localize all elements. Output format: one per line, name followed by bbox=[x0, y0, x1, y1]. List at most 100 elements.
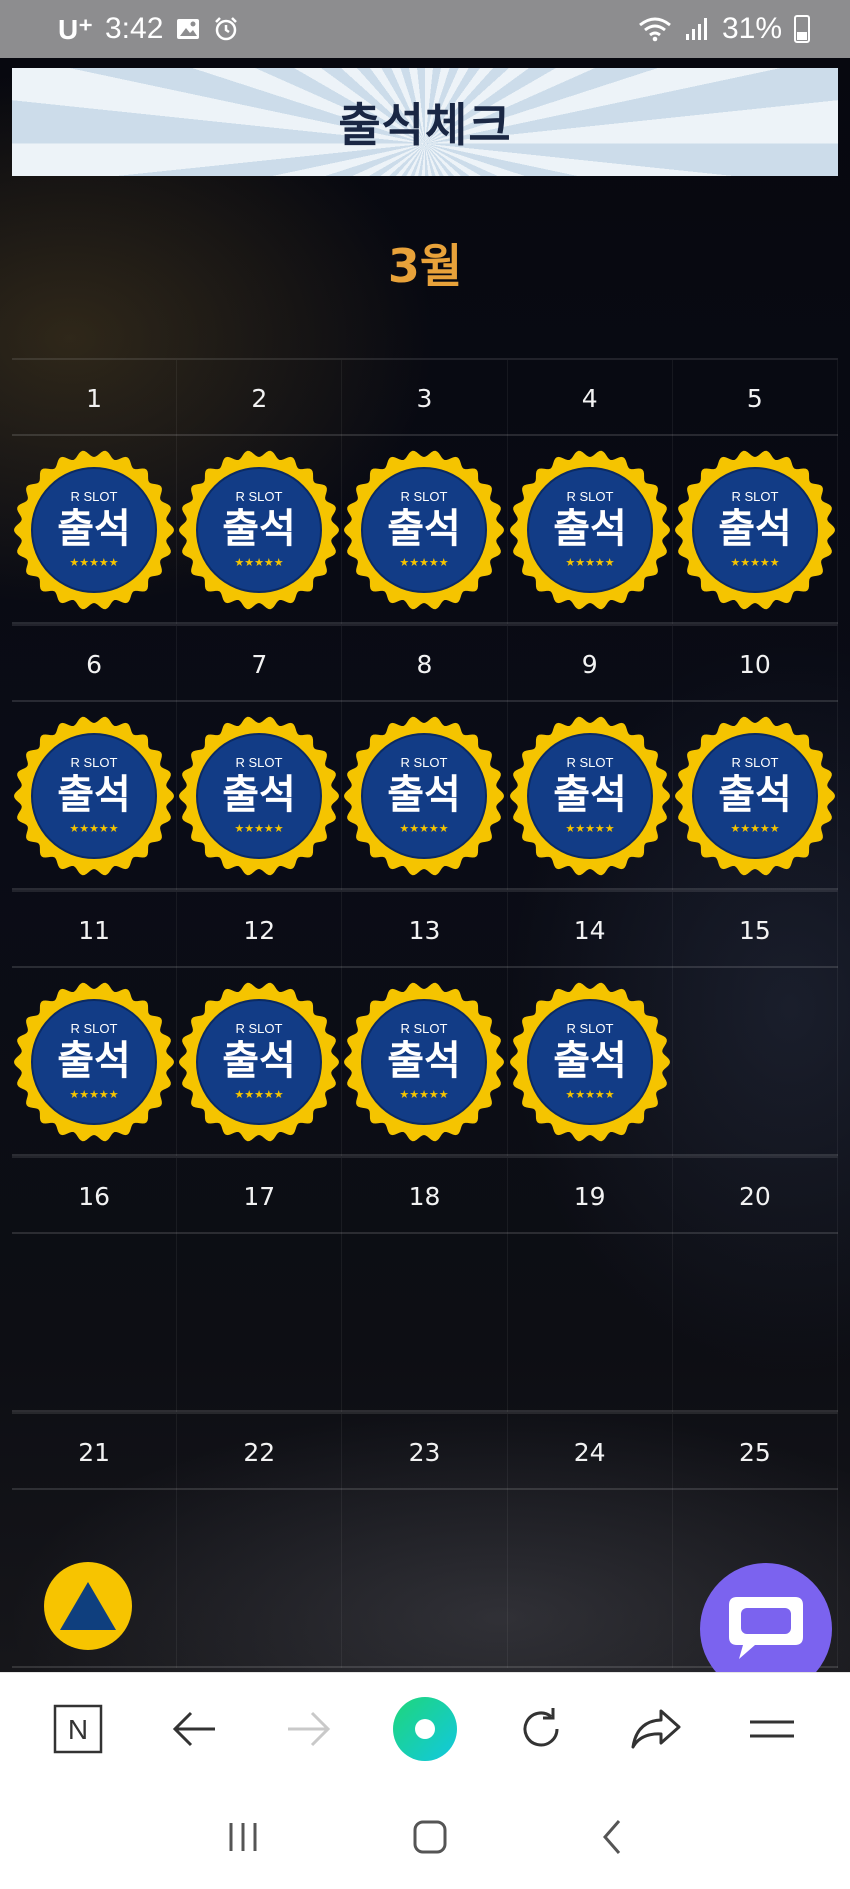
day-number: 4 bbox=[508, 360, 673, 436]
day-number: 7 bbox=[177, 626, 343, 702]
attendance-badge: R SLOT 출석 ★★★★★ bbox=[179, 450, 340, 610]
attendance-calendar: 1 2 3 4 5 R SLOT 출석 ★★★★★ R SLOT 출석 ★★★★★ R … bbox=[12, 358, 838, 1668]
attendance-badge: R SLOT 출석 ★★★★★ bbox=[674, 716, 835, 876]
day-number: 19 bbox=[508, 1158, 673, 1234]
badge-label: 출석 bbox=[388, 1038, 462, 1084]
status-bar-left: U⁺ 3:42 bbox=[58, 12, 239, 46]
badge-brand: R SLOT bbox=[566, 1021, 613, 1036]
scroll-top-button[interactable] bbox=[44, 1562, 132, 1650]
badge-cell: R SLOT 출석 ★★★★★ bbox=[342, 968, 508, 1156]
wifi-icon bbox=[639, 17, 671, 42]
day-number: 9 bbox=[508, 626, 673, 702]
calendar-badge-row bbox=[12, 1234, 838, 1412]
day-number: 12 bbox=[177, 892, 343, 968]
page-title: 출석체크 bbox=[338, 98, 512, 152]
calendar-badge-row: R SLOT 출석 ★★★★★ R SLOT 출석 ★★★★★ R SLOT 출석 ★★★★… bbox=[12, 702, 838, 890]
home-icon[interactable] bbox=[410, 1817, 450, 1857]
badge-brand: R SLOT bbox=[566, 489, 613, 504]
share-button[interactable] bbox=[616, 1689, 696, 1769]
badge-brand: R SLOT bbox=[731, 755, 778, 770]
day-number: 16 bbox=[12, 1158, 178, 1234]
badge-brand: R SLOT bbox=[731, 489, 778, 504]
badge-cell: R SLOT 출석 ★★★★★ bbox=[508, 968, 673, 1156]
day-number: 13 bbox=[342, 892, 508, 968]
back-icon[interactable] bbox=[597, 1817, 627, 1857]
badge-brand: R SLOT bbox=[401, 489, 448, 504]
badge-label: 출석 bbox=[718, 772, 792, 818]
badge-brand: R SLOT bbox=[401, 1021, 448, 1036]
badge-stars: ★★★★★ bbox=[400, 1088, 449, 1101]
image-icon bbox=[177, 19, 200, 39]
badge-cell: R SLOT 출석 ★★★★★ bbox=[673, 436, 838, 624]
naver-home-button[interactable]: N bbox=[38, 1689, 118, 1769]
badge-cell: R SLOT 출석 ★★★★★ bbox=[508, 436, 673, 624]
signal-icon bbox=[685, 18, 707, 40]
share-icon bbox=[631, 1709, 681, 1748]
day-number: 21 bbox=[12, 1414, 178, 1490]
attendance-badge: R SLOT 출석 ★★★★★ bbox=[674, 450, 835, 610]
day-number: 2 bbox=[177, 360, 343, 436]
badge-stars: ★★★★★ bbox=[730, 556, 779, 569]
badge-cell: R SLOT 출석 ★★★★★ bbox=[342, 702, 508, 890]
back-arrow-icon bbox=[172, 1711, 215, 1746]
attendance-page: 출석체크 3월 1 2 3 4 5 R SLOT 출석 ★★★★★ R SLOT 출석… bbox=[0, 58, 850, 1672]
status-bar-right: 31% bbox=[638, 12, 810, 46]
title-banner: 출석체크 bbox=[12, 68, 838, 176]
badge-brand: R SLOT bbox=[71, 755, 118, 770]
reload-icon bbox=[523, 1707, 559, 1746]
badge-brand: R SLOT bbox=[236, 489, 283, 504]
badge-cell bbox=[508, 1490, 673, 1668]
attendance-badge: R SLOT 출석 ★★★★★ bbox=[509, 982, 670, 1142]
badge-label: 출석 bbox=[222, 506, 296, 552]
badge-cell bbox=[508, 1234, 673, 1412]
badge-cell bbox=[177, 1234, 343, 1412]
badge-label: 출석 bbox=[388, 772, 462, 818]
attendance-badge: R SLOT 출석 ★★★★★ bbox=[509, 450, 670, 610]
badge-label: 출석 bbox=[57, 772, 131, 818]
day-number: 20 bbox=[673, 1158, 838, 1234]
badge-label: 출석 bbox=[388, 506, 462, 552]
badge-stars: ★★★★★ bbox=[235, 556, 284, 569]
attendance-badge: R SLOT 출석 ★★★★★ bbox=[344, 450, 505, 610]
day-number: 25 bbox=[673, 1414, 838, 1490]
badge-cell: R SLOT 출석 ★★★★★ bbox=[177, 968, 343, 1156]
badge-brand: R SLOT bbox=[566, 755, 613, 770]
day-number: 17 bbox=[177, 1158, 343, 1234]
attendance-badge: R SLOT 출석 ★★★★★ bbox=[14, 716, 175, 876]
triangle-up-icon bbox=[60, 1582, 116, 1630]
badge-label: 출석 bbox=[553, 1038, 627, 1084]
month-label: 3월 bbox=[387, 239, 463, 293]
back-button[interactable] bbox=[154, 1689, 234, 1769]
badge-stars: ★★★★★ bbox=[69, 556, 118, 569]
attendance-badge: R SLOT 출석 ★★★★★ bbox=[14, 450, 175, 610]
recents-icon[interactable] bbox=[223, 1819, 263, 1855]
badge-stars: ★★★★★ bbox=[565, 1088, 614, 1101]
day-number: 23 bbox=[342, 1414, 508, 1490]
calendar-day-row: 6 7 8 9 10 bbox=[12, 624, 838, 702]
badge-label: 출석 bbox=[222, 772, 296, 818]
badge-cell: R SLOT 출석 ★★★★★ bbox=[12, 968, 178, 1156]
calendar-day-row: 1 2 3 4 5 bbox=[12, 358, 838, 436]
badge-stars: ★★★★★ bbox=[69, 822, 118, 835]
forward-button[interactable] bbox=[269, 1689, 349, 1769]
calendar-day-row: 16 17 18 19 20 bbox=[12, 1156, 838, 1234]
calendar-badge-row: R SLOT 출석 ★★★★★ R SLOT 출석 ★★★★★ R SLOT 출석 ★★★★… bbox=[12, 968, 838, 1156]
badge-stars: ★★★★★ bbox=[400, 822, 449, 835]
day-number: 10 bbox=[673, 626, 838, 702]
calendar-day-row: 11 12 13 14 15 bbox=[12, 890, 838, 968]
badge-stars: ★★★★★ bbox=[235, 822, 284, 835]
calendar-day-row: 21 22 23 24 25 bbox=[12, 1412, 838, 1490]
system-nav-bar bbox=[0, 1784, 850, 1889]
badge-cell: R SLOT 출석 ★★★★★ bbox=[342, 436, 508, 624]
attendance-badge: R SLOT 출석 ★★★★★ bbox=[344, 716, 505, 876]
badge-label: 출석 bbox=[57, 1038, 131, 1084]
badge-cell bbox=[673, 968, 838, 1156]
attendance-badge: R SLOT 출석 ★★★★★ bbox=[179, 982, 340, 1142]
badge-cell: R SLOT 출석 ★★★★★ bbox=[673, 702, 838, 890]
menu-button[interactable] bbox=[732, 1689, 812, 1769]
badge-cell bbox=[673, 1234, 838, 1412]
reload-button[interactable] bbox=[501, 1689, 581, 1769]
green-dot-button[interactable] bbox=[385, 1689, 465, 1769]
day-number: 14 bbox=[508, 892, 673, 968]
clock: 3:42 bbox=[105, 12, 164, 45]
